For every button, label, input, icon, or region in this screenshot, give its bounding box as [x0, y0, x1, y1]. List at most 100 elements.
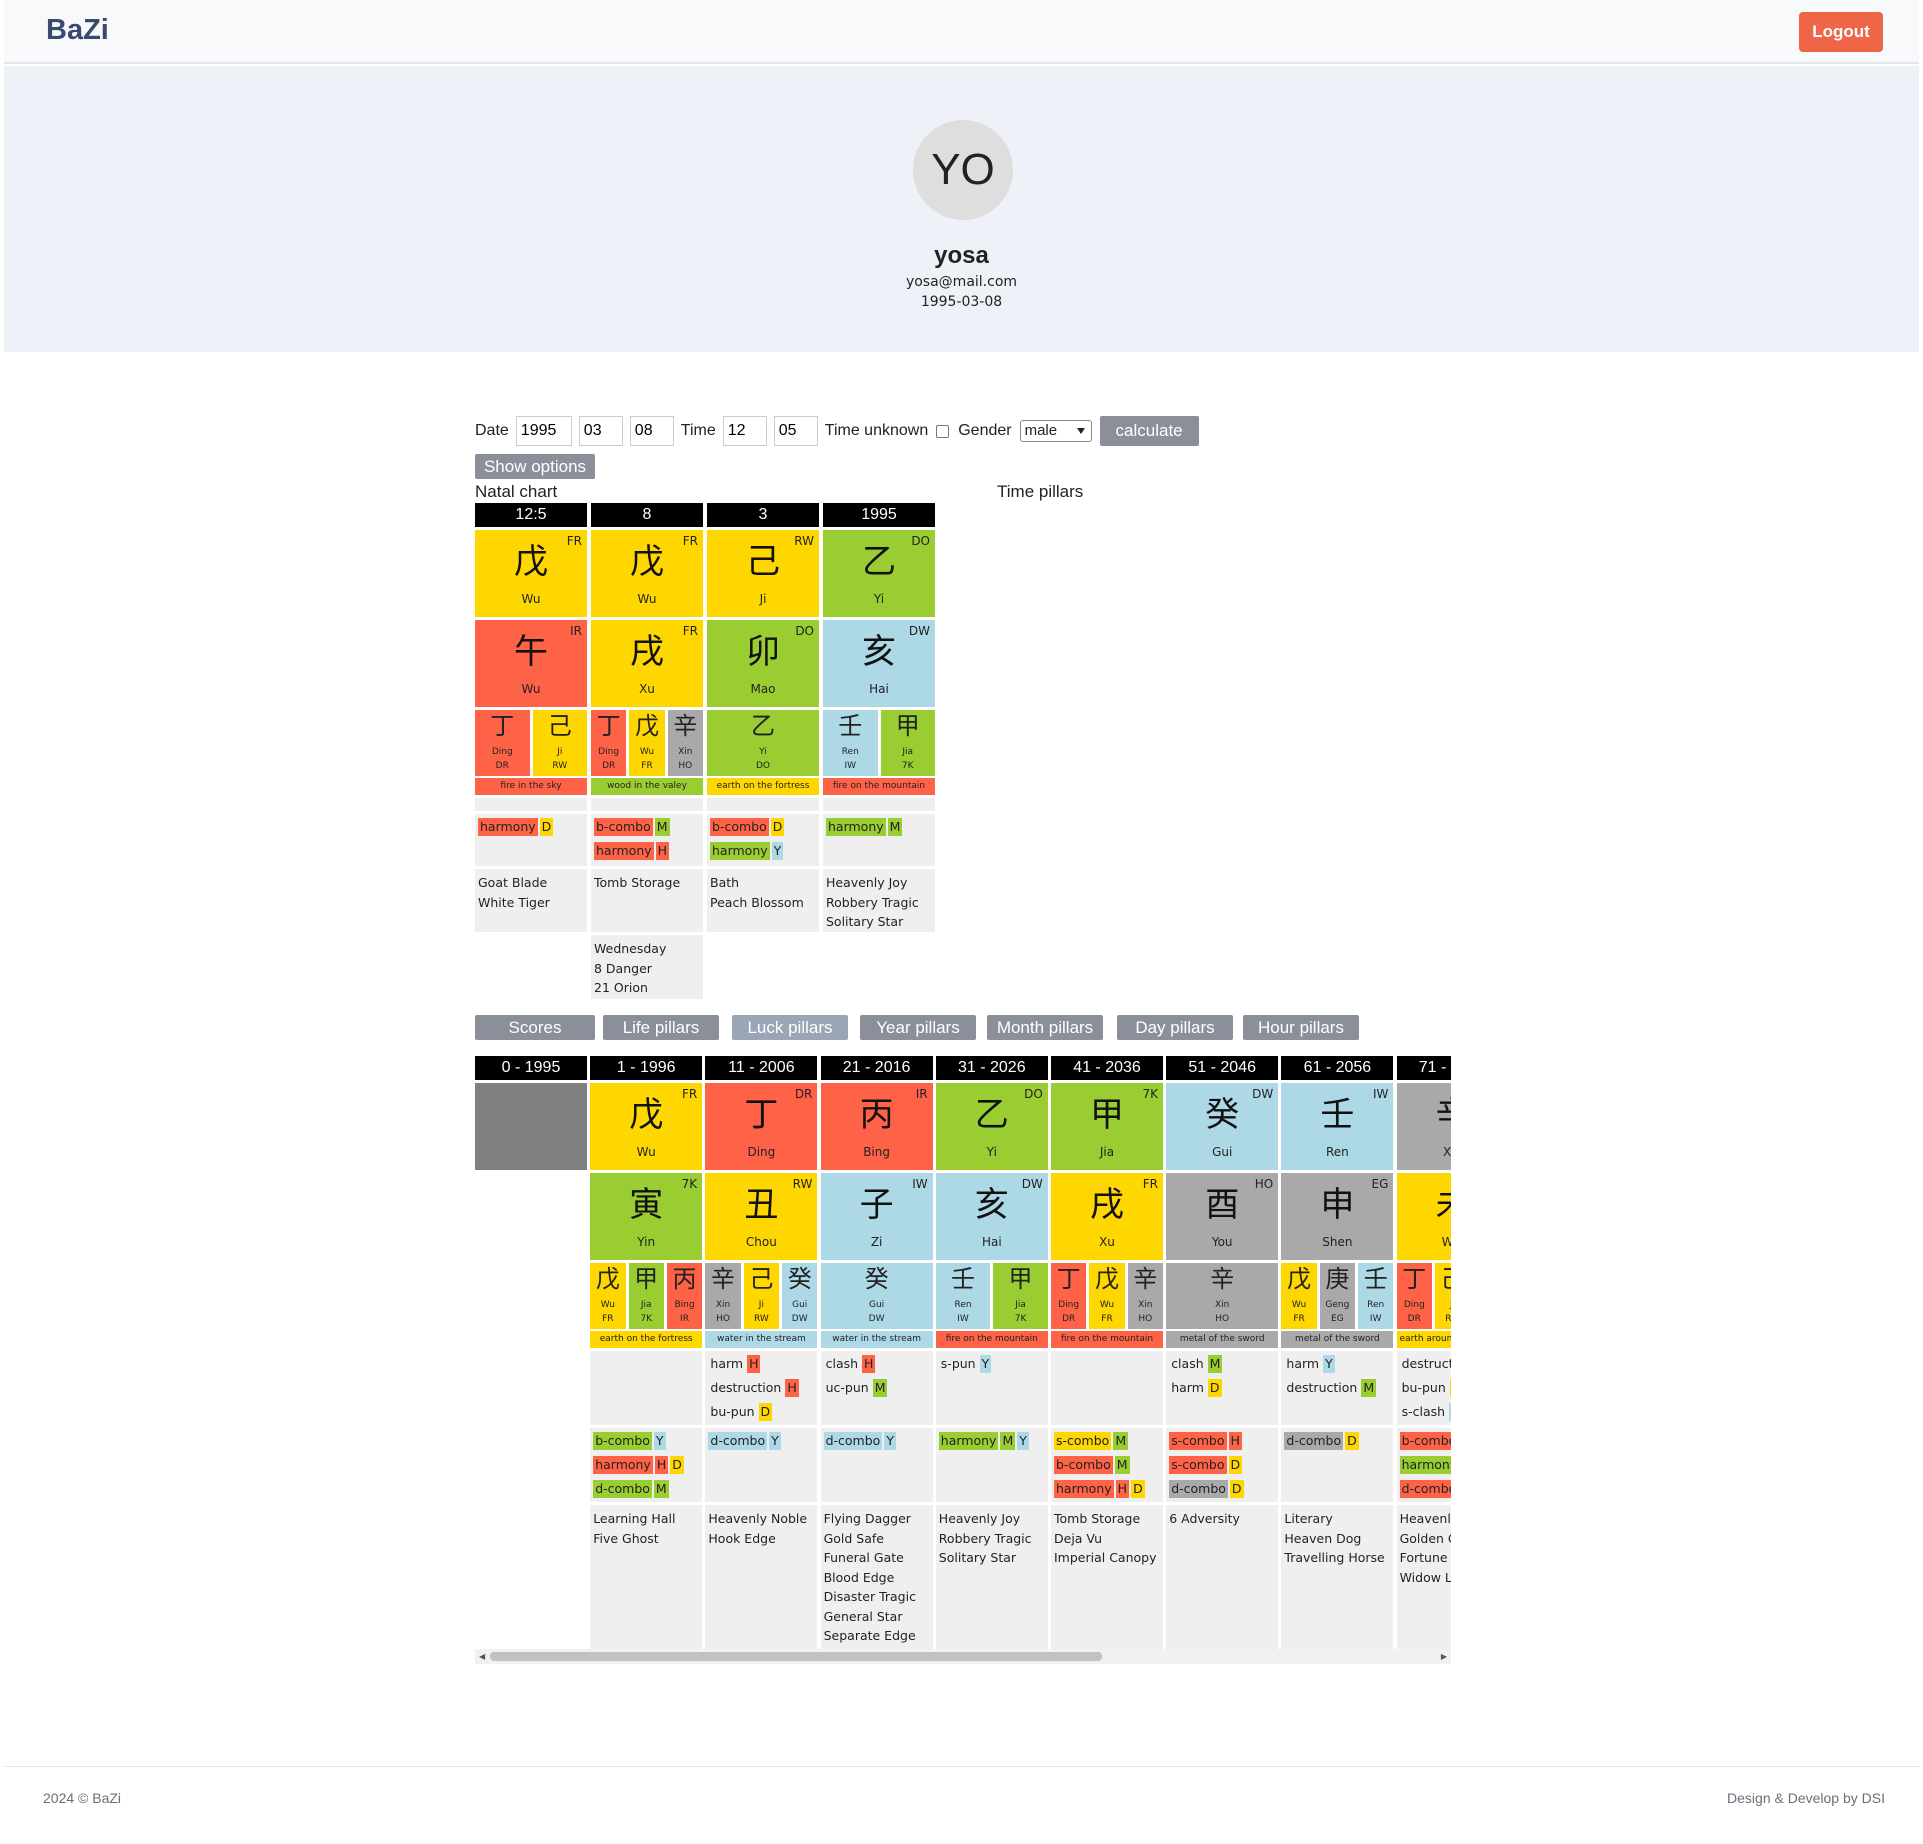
tab-scores[interactable]: Scores [475, 1015, 595, 1040]
hidden-stem-pinyin: Xin [1215, 1300, 1230, 1310]
heavenly-stem: 甲 Jia 7K [1051, 1083, 1163, 1170]
relation-row: bu-punD [1400, 1379, 1451, 1397]
tab-luck-pillars[interactable]: Luck pillars [732, 1015, 848, 1040]
star-item: Heavenly Virtue [1399, 1511, 1451, 1526]
relation-label: b-combo [1399, 1432, 1451, 1450]
heavenly-stem: 戊 Wu FR [475, 530, 587, 617]
stars-box: 6 Adversity [1166, 1505, 1279, 1655]
star-item: Heavenly Joy [826, 875, 908, 890]
time-unknown-checkbox[interactable] [936, 424, 950, 438]
pillar-header: 21 - 2016 [820, 1056, 933, 1080]
hour-input[interactable] [722, 416, 767, 446]
star-item: Golden Carriage [1399, 1530, 1451, 1546]
relation-row: harm H [708, 1355, 762, 1373]
relation-label: harmony [1399, 1456, 1451, 1474]
heavenly-stem-ten-god: IW [1372, 1087, 1389, 1101]
hidden-stems: 壬 Ren IW 甲 Jia 7K [935, 1263, 1048, 1329]
star-item: Flying Dagger [823, 1511, 911, 1526]
star-item: Learning Hall [593, 1511, 676, 1526]
heavenly-stem-pinyin: Ji [759, 592, 767, 606]
relation-row: d-combo M [593, 1480, 671, 1498]
scrollbar-thumb[interactable] [490, 1652, 1102, 1661]
relation-marker: D [670, 1456, 684, 1474]
heavenly-stem-pinyin: Yi [986, 1145, 997, 1159]
nayin-label: earth on the fortress [590, 1331, 703, 1348]
hidden-stem-character: 辛 [711, 1265, 736, 1293]
tab-life-pillars[interactable]: Life pillars [603, 1015, 719, 1040]
earthly-branch-character: 申 [1320, 1185, 1355, 1225]
hidden-stem-character: 丁 [490, 712, 515, 740]
hidden-stem-pinyin: Ji [1435, 1300, 1451, 1310]
stars-box: Learning Hall Five Ghost [590, 1505, 703, 1655]
earthly-branch-ten-god: RW [792, 1177, 813, 1191]
time-label: Time [680, 422, 716, 439]
stars-box: Heavenly Virtue Golden Carriage Fortune Vi… [1396, 1505, 1451, 1655]
relation-marker: M [1113, 1432, 1129, 1450]
year-input[interactable] [515, 416, 572, 446]
earthly-branch-ten-god: IR [570, 624, 582, 638]
clashes-box: destructionYbu-punDs-clashY [1396, 1351, 1451, 1425]
pillar-header: 3 [707, 503, 819, 527]
horizontal-scrollbar[interactable]: ◀ ▶ [475, 1649, 1451, 1664]
heavenly-stem-pinyin: Ding [747, 1145, 776, 1159]
relation-marker: D [1131, 1480, 1145, 1498]
star-item: Hook Edge [708, 1530, 776, 1546]
heavenly-stem-character: 己 [746, 542, 780, 582]
relation-row: d-combo Y [823, 1432, 898, 1450]
relation-row: d-combo Y [708, 1432, 782, 1450]
relation-row: uc-pun M [824, 1379, 890, 1397]
relation-row: s-combo D [1169, 1456, 1244, 1474]
relations-box: b-combo Mharmony H [591, 814, 703, 866]
relation-label: s-combo [1054, 1432, 1112, 1450]
gender-select[interactable]: male [1019, 420, 1092, 442]
relation-row: d-combo [1399, 1480, 1451, 1498]
pillar-header: 8 [591, 503, 703, 527]
scroll-right-icon[interactable]: ▶ [1441, 1652, 1447, 1661]
star-item: Heavenly Noble [708, 1511, 808, 1526]
star-item: Robbery Tragic [938, 1530, 1032, 1546]
tab-hour-pillars[interactable]: Hour pillars [1243, 1015, 1359, 1040]
earthly-branch-pinyin: You [1211, 1235, 1233, 1249]
relation-label: b-combo [1054, 1456, 1113, 1474]
earthly-branch-character: 丑 [744, 1185, 779, 1225]
scroll-left-icon[interactable]: ◀ [479, 1652, 485, 1661]
relation-marker: M [1361, 1379, 1377, 1397]
tab-month-pillars[interactable]: Month pillars [987, 1015, 1103, 1040]
star-item: Funeral Gate [823, 1550, 904, 1565]
earthly-branch: 卯 Mao DO [707, 620, 819, 707]
calculate-button[interactable]: calculate [1099, 416, 1199, 446]
month-input[interactable] [578, 416, 623, 446]
relation-row: harmony H D [1054, 1480, 1147, 1498]
tab-day-pillars[interactable]: Day pillars [1117, 1015, 1233, 1040]
hidden-stem-character: 辛 [673, 712, 698, 740]
star-item: Gold Safe [823, 1530, 884, 1546]
clashes-box: clash Mharm D [1166, 1351, 1279, 1425]
earthly-branch-ten-god: EG [1371, 1177, 1389, 1191]
relation-marker: D [539, 818, 554, 836]
empty-row [823, 798, 935, 811]
star-item: Blood Edge [823, 1569, 895, 1585]
logout-button[interactable]: Logout [1799, 12, 1883, 52]
hidden-stem-pinyin: Xin [678, 747, 693, 757]
hidden-stem: 甲 Jia 7K [993, 1263, 1048, 1329]
relation-marker: D [1228, 1456, 1243, 1474]
relation-label: d-combo [1284, 1432, 1344, 1450]
relation-label: bu-pun [710, 1404, 755, 1419]
hidden-stem-character: 癸 [787, 1265, 812, 1293]
minute-input[interactable] [773, 416, 818, 446]
show-options-button[interactable]: Show options [475, 454, 595, 479]
brand-logo[interactable]: BaZi [46, 14, 109, 47]
star-item: Separate Edge [823, 1628, 916, 1643]
relation-marker: Y [1017, 1432, 1029, 1450]
day-input[interactable] [629, 416, 674, 446]
hidden-stem-pinyin: Wu [600, 1300, 615, 1310]
heavenly-stem-ten-god: DW [1252, 1087, 1274, 1101]
heavenly-stem-ten-god: FR [682, 534, 698, 548]
nayin-label: wood in the valey [591, 778, 703, 795]
hidden-stem: 辛 Xin HO [1127, 1263, 1163, 1329]
relation-row: b-combo Y [593, 1432, 667, 1450]
earthly-branch-pinyin: Wu [521, 682, 541, 696]
earthly-branch-character: 午 [514, 632, 548, 672]
tab-year-pillars[interactable]: Year pillars [860, 1015, 976, 1040]
heavenly-stem-character: 辛 [1397, 1095, 1451, 1135]
